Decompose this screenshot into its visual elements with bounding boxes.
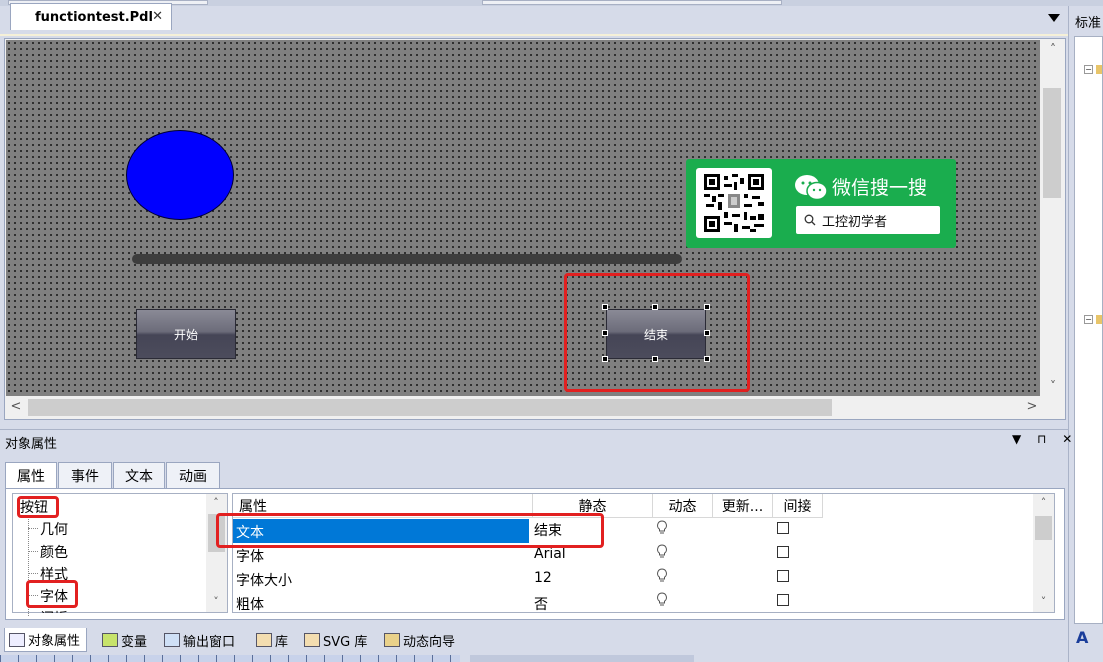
tab-animation[interactable]: 动画 — [166, 462, 220, 488]
lightbulb-icon[interactable] — [656, 592, 668, 608]
grid-row-value[interactable]: 否 — [534, 594, 548, 614]
canvas-horizontal-scroll-thumb[interactable] — [28, 399, 832, 416]
right-panel-title: 标准 — [1075, 16, 1102, 31]
scroll-up-icon[interactable]: ˄ — [1044, 40, 1062, 58]
design-canvas[interactable]: 开始 结束 微信搜一搜 工控初学者 — [6, 40, 1040, 396]
highlight-box — [564, 273, 750, 392]
wechat-search-card: 微信搜一搜 工控初学者 — [686, 159, 956, 248]
font-tool-icon[interactable]: A — [1076, 628, 1098, 650]
tree-item-color[interactable]: 颜色 — [40, 542, 68, 562]
folder-icon — [1096, 65, 1102, 74]
grid-header-indirect: 间接 — [773, 494, 823, 518]
variable-icon — [102, 633, 118, 647]
bottom-tab-label: SVG 库 — [323, 634, 368, 650]
indirect-checkbox[interactable] — [777, 522, 789, 534]
search-icon — [804, 214, 816, 226]
tab-label: 属性 — [17, 468, 45, 485]
wechat-search-text: 工控初学者 — [822, 214, 888, 230]
toolbar-segment — [482, 0, 782, 5]
bottom-tab-label: 输出窗口 — [183, 634, 236, 650]
grid-row-name[interactable]: 字体大小 — [236, 570, 292, 590]
lightbulb-icon[interactable] — [656, 520, 668, 536]
folder-icon — [1096, 315, 1102, 324]
output-window-icon — [164, 633, 180, 647]
lightbulb-icon[interactable] — [656, 568, 668, 584]
header-label: 更新... — [721, 498, 764, 515]
tab-properties[interactable]: 属性 — [5, 462, 57, 488]
chevron-down-icon[interactable] — [1048, 14, 1060, 22]
bottom-tab-label: 变量 — [121, 634, 148, 650]
wechat-title: 微信搜一搜 — [832, 177, 928, 199]
right-panel-tree[interactable]: − − — [1074, 36, 1103, 624]
wechat-logo-icon — [795, 175, 828, 201]
grid-scroll-thumb[interactable] — [1035, 516, 1052, 540]
grid-header-dynamic: 动态 — [653, 494, 713, 518]
highlight-box — [216, 513, 604, 548]
tab-label: 动画 — [179, 468, 207, 485]
indirect-checkbox[interactable] — [777, 594, 789, 606]
tab-label: 事件 — [71, 468, 99, 485]
indirect-checkbox[interactable] — [777, 546, 789, 558]
ellipse-object[interactable] — [126, 130, 234, 220]
header-label: 动态 — [668, 498, 697, 515]
scroll-right-icon[interactable]: > — [1024, 398, 1040, 416]
svg-library-icon — [304, 633, 320, 647]
canvas-vertical-scroll-thumb[interactable] — [1043, 88, 1061, 198]
bottom-tab-label: 对象属性 — [28, 634, 81, 649]
tab-events[interactable]: 事件 — [58, 462, 112, 488]
properties-panel-title: 对象属性 — [5, 437, 58, 452]
bottom-tab-dynamic-wizard[interactable]: 动态向导 — [384, 628, 455, 652]
library-icon — [256, 633, 272, 647]
grid-row-name[interactable]: 字体 — [236, 546, 264, 566]
grid-row-name[interactable]: 粗体 — [236, 594, 264, 614]
indirect-checkbox[interactable] — [777, 570, 789, 582]
highlight-box — [26, 580, 78, 608]
highlight-box — [17, 496, 59, 518]
scroll-down-icon[interactable]: ˅ — [1044, 377, 1062, 395]
tree-line — [28, 573, 38, 574]
wechat-search-box: 工控初学者 — [796, 206, 940, 234]
bottom-tab-variables[interactable]: 变量 — [102, 628, 147, 652]
lightbulb-icon[interactable] — [656, 544, 668, 560]
start-button-object[interactable]: 开始 — [136, 309, 236, 359]
properties-title-bar — [0, 429, 1068, 453]
status-ruler — [470, 655, 694, 662]
scroll-left-icon[interactable]: < — [8, 398, 24, 416]
tree-expand-icon[interactable]: − — [1084, 315, 1093, 324]
panel-window-controls[interactable]: ▼ ⊓ ✕ — [1012, 432, 1078, 446]
scroll-down-icon[interactable]: ˅ — [208, 595, 224, 608]
status-ruler — [0, 655, 460, 662]
tree-item-geometry[interactable]: 几何 — [40, 519, 68, 539]
tab-text[interactable]: 文本 — [113, 462, 165, 488]
grid-row-value[interactable]: Arial — [534, 546, 566, 562]
bottom-tab-library[interactable]: 库 — [256, 628, 288, 652]
start-button-label: 开始 — [173, 327, 198, 342]
bottom-tab-svg-library[interactable]: SVG 库 — [304, 628, 367, 652]
document-tab[interactable]: functiontest.Pdl ✕ — [10, 3, 172, 30]
tree-line — [28, 551, 38, 552]
bottom-tab-object-properties[interactable]: 对象属性 — [4, 628, 88, 652]
bar-object[interactable] — [132, 254, 682, 264]
qr-code — [696, 168, 772, 238]
grid-header-update: 更新... — [713, 494, 773, 518]
tree-line — [28, 528, 38, 529]
grid-row-value[interactable]: 12 — [534, 570, 552, 586]
header-label: 间接 — [783, 498, 812, 515]
scroll-down-icon[interactable]: ˅ — [1035, 595, 1052, 608]
close-icon[interactable]: ✕ — [152, 9, 163, 24]
document-tab-title: functiontest.Pdl — [35, 9, 153, 25]
tab-label: 文本 — [125, 468, 153, 485]
tree-expand-icon[interactable]: − — [1084, 65, 1093, 74]
bottom-tab-label: 动态向导 — [403, 634, 456, 650]
scroll-up-icon[interactable]: ˄ — [1035, 496, 1052, 509]
bottom-tab-output-window[interactable]: 输出窗口 — [164, 628, 235, 652]
tree-item-flash[interactable]: 闪烁 — [40, 608, 68, 613]
scroll-up-icon[interactable]: ˄ — [208, 496, 224, 509]
wizard-icon — [384, 633, 400, 647]
properties-icon — [9, 632, 25, 647]
bottom-tab-label: 库 — [275, 634, 289, 650]
